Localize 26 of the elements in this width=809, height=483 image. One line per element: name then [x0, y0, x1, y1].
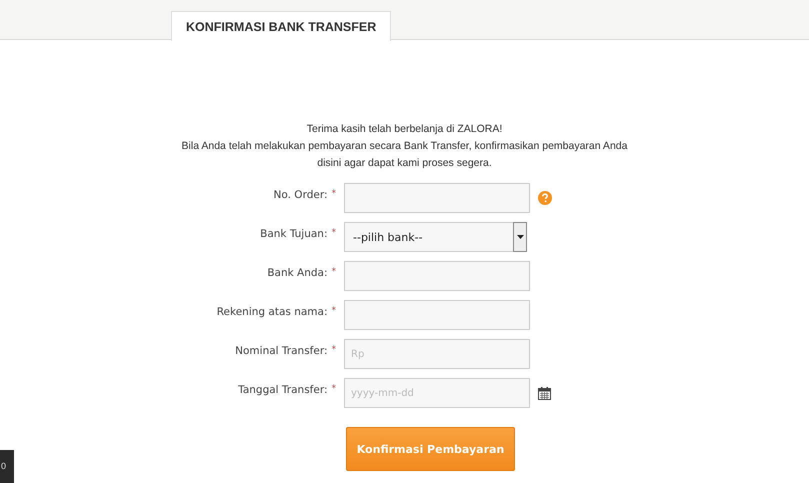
field-label: Nominal Transfer:	[235, 345, 328, 357]
intro-text: Bila Anda telah melakukan pembayaran secara Bank Transfer, konfirmasikan pembayaran Anda	[182, 139, 628, 154]
intro-text: Terima kasih telah berbelanja di ZALORA!	[306, 122, 502, 137]
field-label: Tanggal Transfer:	[238, 384, 328, 396]
required-mark: *	[332, 384, 336, 396]
caret-icon	[516, 235, 524, 239]
field-label: Bank Anda:	[267, 267, 328, 279]
calendar-icon[interactable]	[538, 386, 551, 400]
input-field[interactable]	[344, 261, 530, 291]
required-mark: *	[332, 228, 336, 240]
bank-dropdown[interactable]: --pilih bank--	[344, 222, 527, 252]
intro-text: disini agar dapat kami proses segera.	[317, 156, 492, 171]
input-field[interactable]: Rp	[344, 339, 530, 369]
counter-badge: 0	[0, 450, 14, 483]
required-mark: *	[332, 345, 336, 357]
input-field[interactable]	[344, 183, 530, 213]
help-icon[interactable]	[538, 191, 552, 205]
required-mark: *	[332, 267, 336, 279]
required-mark: *	[332, 189, 336, 201]
field-label: Rekening atas nama:	[216, 306, 328, 318]
tab[interactable]: KONFIRMASI BANK TRANSFER	[171, 11, 392, 41]
date-field[interactable]: yyyy-mm-dd	[344, 378, 530, 408]
field-label: No. Order:	[274, 189, 328, 201]
required-mark: *	[332, 306, 336, 318]
field-label: Bank Tujuan:	[260, 228, 328, 240]
input-field[interactable]	[344, 300, 530, 330]
